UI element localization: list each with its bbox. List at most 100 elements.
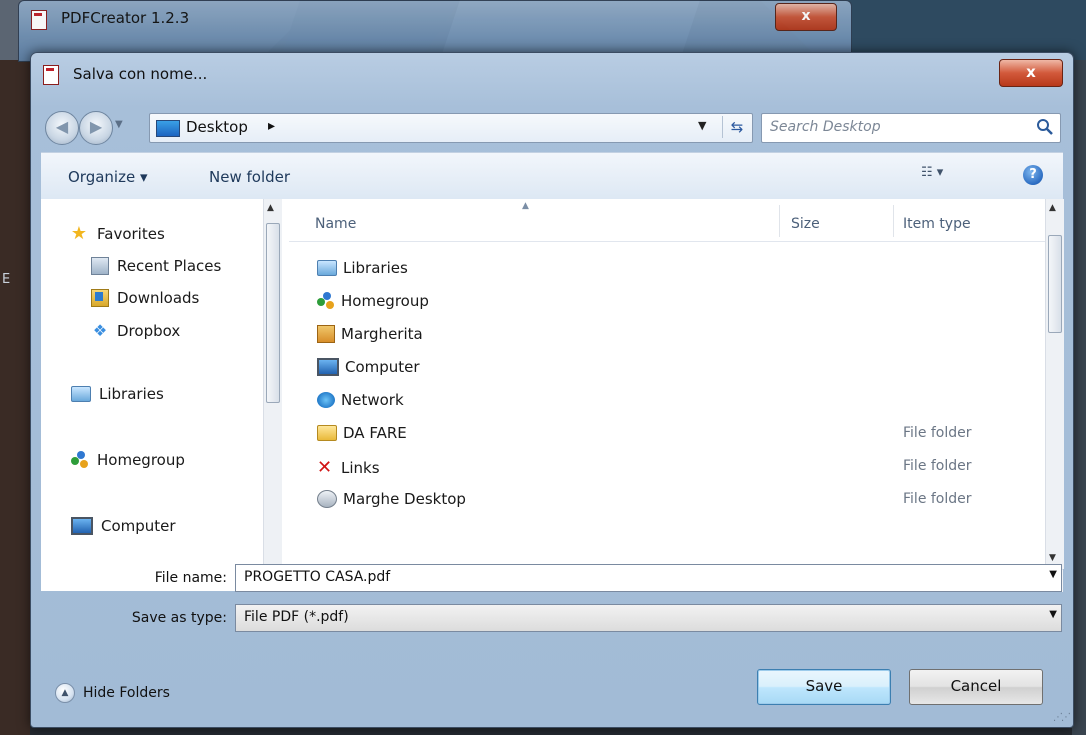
nav-item-label: Recent Places xyxy=(117,257,222,275)
file-list: ▲ Name Size Item type Libraries Homegrou… xyxy=(289,199,1064,592)
item-name: Homegroup xyxy=(341,292,429,310)
chevron-down-icon[interactable]: ▼ xyxy=(1049,609,1057,620)
nav-item-label: Libraries xyxy=(99,385,164,403)
nav-item-recent-places[interactable]: Recent Places xyxy=(91,257,221,275)
nav-item-label: Downloads xyxy=(117,289,200,307)
resize-grip-icon[interactable]: ⋰⋰ xyxy=(1053,712,1071,723)
network-icon xyxy=(317,392,335,408)
item-type: File folder xyxy=(903,491,972,507)
homegroup-icon xyxy=(71,451,89,469)
item-name: Computer xyxy=(345,358,420,376)
column-name[interactable]: Name xyxy=(315,216,356,232)
save-as-dialog: Salva con nome... x ◀ ▶ ▼ Desktop ▸ ▼ ⇆ … xyxy=(30,52,1074,728)
help-icon[interactable]: ? xyxy=(1023,165,1043,185)
item-name: Network xyxy=(341,391,404,409)
nav-item-libraries[interactable]: Libraries xyxy=(71,385,164,403)
list-item[interactable]: DA FARE File folder xyxy=(289,418,1045,448)
navigation-pane: ★ Favorites Recent Places Downloads ❖ Dr… xyxy=(41,199,290,591)
item-name: Libraries xyxy=(343,259,408,277)
new-folder-button[interactable]: New folder xyxy=(209,168,290,186)
back-button[interactable]: ◀ xyxy=(45,111,79,145)
address-location[interactable]: Desktop xyxy=(186,118,248,136)
search-input[interactable]: Search Desktop xyxy=(761,113,1061,143)
desktop-edge-text: E xyxy=(2,272,11,287)
search-placeholder: Search Desktop xyxy=(770,119,881,135)
file-list-vertical-scrollbar[interactable]: ▲ ▼ xyxy=(1045,199,1064,569)
file-name-value[interactable]: PROGETTO CASA.pdf xyxy=(244,569,390,585)
scroll-thumb[interactable] xyxy=(266,223,280,403)
nav-item-favorites[interactable]: ★ Favorites xyxy=(69,223,165,244)
dialog-close-button[interactable]: x xyxy=(999,59,1063,87)
nav-item-dropbox[interactable]: ❖ Dropbox xyxy=(91,321,180,340)
list-item[interactable]: Marghe Desktop File folder xyxy=(289,484,1045,514)
forward-button[interactable]: ▶ xyxy=(79,111,113,145)
dialog-app-icon xyxy=(43,65,59,85)
column-size[interactable]: Size xyxy=(791,216,820,232)
folder-icon xyxy=(317,425,337,441)
hide-folders-button[interactable]: ▲ Hide Folders xyxy=(55,683,170,703)
command-toolbar: Organize ▾ New folder ☷ ▾ ? xyxy=(41,152,1063,200)
computer-icon xyxy=(71,517,93,535)
pdfcreator-title: PDFCreator 1.2.3 xyxy=(61,9,190,27)
column-divider[interactable] xyxy=(779,205,780,237)
item-type: File folder xyxy=(903,425,972,441)
star-icon: ★ xyxy=(70,223,88,244)
nav-item-label: Homegroup xyxy=(97,451,185,469)
breadcrumb-chevron-icon[interactable]: ▸ xyxy=(268,118,275,134)
cancel-button[interactable]: Cancel xyxy=(909,669,1043,705)
scroll-up-arrow-icon[interactable]: ▲ xyxy=(267,203,274,213)
libraries-icon xyxy=(71,386,91,402)
user-folder-icon xyxy=(317,325,335,343)
nav-item-label: Favorites xyxy=(97,224,165,243)
chevron-down-icon[interactable]: ▼ xyxy=(1049,569,1057,580)
computer-icon xyxy=(317,358,339,376)
chevron-up-icon: ▲ xyxy=(55,683,75,703)
nav-item-computer[interactable]: Computer xyxy=(71,517,176,535)
item-type: File folder xyxy=(903,458,972,474)
list-item[interactable]: Network xyxy=(289,385,1045,415)
list-item[interactable]: ✕ Links File folder xyxy=(289,451,1045,481)
libraries-icon xyxy=(317,260,337,276)
list-item[interactable]: Computer xyxy=(289,352,1045,382)
save-as-type-select[interactable]: File PDF (*.pdf) ▼ xyxy=(235,604,1062,632)
column-item-type[interactable]: Item type xyxy=(903,216,971,232)
scroll-thumb[interactable] xyxy=(1048,235,1062,333)
recent-places-icon xyxy=(91,257,109,275)
homegroup-icon xyxy=(317,292,335,310)
item-name: Links xyxy=(341,458,380,477)
hide-folders-label: Hide Folders xyxy=(83,685,170,701)
list-item[interactable]: Homegroup xyxy=(289,286,1045,316)
address-dropdown-icon[interactable]: ▼ xyxy=(698,119,706,132)
list-item[interactable]: Margherita xyxy=(289,319,1045,349)
nav-item-label: Dropbox xyxy=(117,321,181,340)
search-icon[interactable] xyxy=(1036,118,1054,136)
downloads-icon xyxy=(91,289,109,307)
dropbox-icon: ❖ xyxy=(92,321,108,340)
dialog-title: Salva con nome... xyxy=(73,65,208,83)
forward-arrow-icon: ▶ xyxy=(89,117,103,136)
address-bar[interactable]: Desktop ▸ ▼ ⇆ xyxy=(149,113,753,143)
pdfcreator-icon xyxy=(31,10,47,30)
item-name: Marghe Desktop xyxy=(343,490,466,508)
nav-pane-scrollbar[interactable]: ▲ ▼ xyxy=(263,199,282,591)
file-name-field[interactable]: PROGETTO CASA.pdf ▼ xyxy=(235,564,1062,592)
nav-item-label: Computer xyxy=(101,517,176,535)
scroll-down-arrow-icon[interactable]: ▼ xyxy=(1049,553,1056,563)
refresh-icon[interactable]: ⇆ xyxy=(722,116,751,138)
organize-menu[interactable]: Organize ▾ xyxy=(68,168,148,186)
save-button[interactable]: Save xyxy=(757,669,891,705)
nav-item-homegroup[interactable]: Homegroup xyxy=(71,451,185,469)
save-as-type-value[interactable]: File PDF (*.pdf) xyxy=(244,609,349,625)
save-as-type-label: Save as type: xyxy=(131,610,227,626)
recent-locations-dropdown[interactable]: ▼ xyxy=(115,119,123,130)
links-icon: ✕ xyxy=(317,457,333,478)
desktop-icon xyxy=(156,120,180,137)
view-options-icon[interactable]: ☷ ▾ xyxy=(921,165,975,187)
nav-item-downloads[interactable]: Downloads xyxy=(91,289,199,307)
sort-ascending-icon: ▲ xyxy=(522,201,529,211)
column-divider[interactable] xyxy=(893,205,894,237)
list-item[interactable]: Libraries xyxy=(289,253,1045,283)
scroll-up-arrow-icon[interactable]: ▲ xyxy=(1049,203,1056,213)
item-name: DA FARE xyxy=(343,424,407,442)
pdfcreator-close-button[interactable]: x xyxy=(775,3,837,31)
